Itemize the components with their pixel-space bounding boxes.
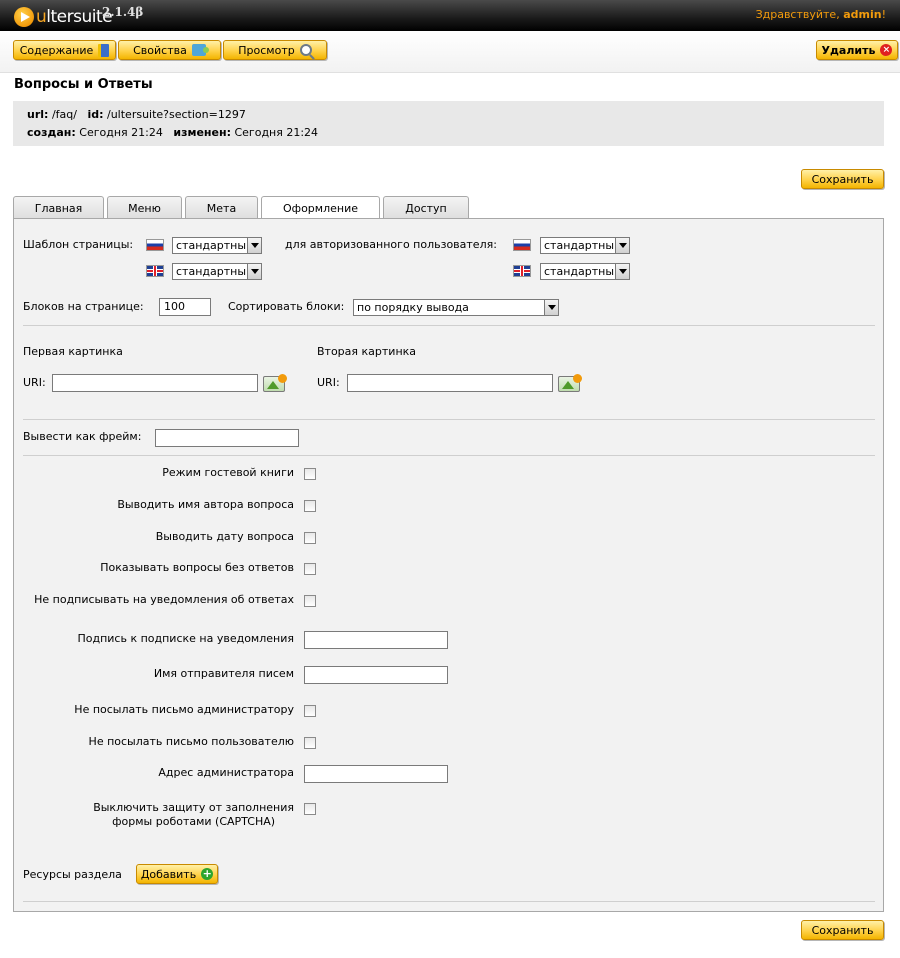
no-user-mail-label: Не посылать письмо пользователю (88, 735, 294, 748)
resources-label: Ресурсы раздела (23, 868, 122, 881)
show-author-label: Выводить имя автора вопроса (117, 498, 294, 511)
plus-icon: + (201, 867, 214, 880)
page-url-row: url: /faq/ id: /ultersuite?section=1297 (27, 108, 246, 121)
top-bar: ultersuite 2.1.4β Здравствуйте, admin! (0, 0, 900, 31)
no-user-mail-checkbox[interactable] (304, 737, 316, 749)
no-admin-mail-checkbox[interactable] (304, 705, 316, 717)
tab-bar: Главная Меню Мета Оформление Доступ (13, 196, 472, 220)
toolbar: Содержание Свойства Просмотр Удалить × (0, 31, 900, 73)
chevron-down-icon (544, 300, 558, 315)
delete-button[interactable]: Удалить × (816, 40, 898, 60)
blocks-label: Блоков на странице: (23, 300, 144, 313)
guestbook-checkbox[interactable] (304, 468, 316, 480)
app-version: 2.1.4β (102, 5, 144, 19)
image-icon (562, 381, 574, 389)
first-image-label: Первая картинка (23, 345, 123, 358)
chevron-down-icon (615, 264, 629, 279)
logo-text: ultersuite (36, 7, 113, 27)
properties-button[interactable]: Свойства (118, 40, 221, 60)
save-button-top[interactable]: Сохранить (801, 169, 884, 189)
greeting: Здравствуйте, admin! (755, 8, 886, 21)
template-select-en[interactable]: стандартный (172, 263, 262, 280)
no-subscribe-checkbox[interactable] (304, 595, 316, 607)
show-unanswered-checkbox[interactable] (304, 563, 316, 575)
guestbook-label: Режим гостевой книги (162, 466, 294, 479)
divider (23, 901, 875, 902)
chevron-down-icon (615, 238, 629, 253)
divider (23, 455, 875, 456)
show-date-checkbox[interactable] (304, 532, 316, 544)
image-picker-button[interactable] (263, 374, 287, 392)
subscribe-caption-input[interactable] (304, 631, 448, 649)
content-button[interactable]: Содержание (13, 40, 116, 60)
sort-select[interactable]: по порядку вывода (353, 299, 559, 316)
page-id: /ultersuite?section=1297 (107, 108, 246, 121)
captcha-label: Выключить защиту от заполнения формы роб… (93, 801, 294, 828)
page-dates-row: создан: Сегодня 21:24 изменен: Сегодня 2… (27, 126, 319, 139)
logo[interactable]: ultersuite (14, 5, 113, 27)
auth-template-select-ru[interactable]: стандартный (540, 237, 630, 254)
save-button-bottom[interactable]: Сохранить (801, 920, 884, 940)
frame-input[interactable] (155, 429, 299, 447)
design-panel: Шаблон страницы: стандартный для авториз… (13, 218, 884, 912)
close-icon: × (880, 44, 893, 56)
tab-menu[interactable]: Меню (107, 196, 182, 219)
show-author-checkbox[interactable] (304, 500, 316, 512)
image-icon (267, 381, 279, 389)
page-info: url: /faq/ id: /ultersuite?section=1297 … (13, 101, 884, 146)
show-date-label: Выводить дату вопроса (155, 530, 294, 543)
template-label: Шаблон страницы: (23, 238, 134, 251)
admin-address-label: Адрес администратора (158, 766, 294, 779)
captcha-checkbox[interactable] (304, 803, 316, 815)
page-url: /faq/ (51, 108, 77, 121)
preview-button[interactable]: Просмотр (223, 40, 327, 60)
divider (23, 419, 875, 420)
page-title: Вопросы и Ответы (14, 77, 153, 92)
first-image-uri-input[interactable] (52, 374, 258, 392)
uri-label: URI: (23, 376, 46, 389)
chevron-down-icon (247, 264, 261, 279)
flag-uk-icon (146, 265, 164, 277)
chevron-down-icon (247, 238, 261, 253)
flag-ru-icon (513, 239, 531, 251)
flag-ru-icon (146, 239, 164, 251)
frame-label: Вывести как фрейм: (23, 430, 142, 443)
tab-design[interactable]: Оформление (261, 196, 380, 220)
logo-play-icon (14, 7, 34, 27)
tab-access[interactable]: Доступ (383, 196, 469, 219)
no-subscribe-label: Не подписывать на уведомления об ответах (34, 593, 294, 606)
no-admin-mail-label: Не посылать письмо администратору (74, 703, 294, 716)
template-select-ru[interactable]: стандартный (172, 237, 262, 254)
auth-template-select-en[interactable]: стандартный (540, 263, 630, 280)
tab-meta[interactable]: Мета (185, 196, 258, 219)
tab-main[interactable]: Главная (13, 196, 104, 219)
flag-uk-icon (513, 265, 531, 277)
user-name[interactable]: admin (843, 8, 881, 21)
add-resource-button[interactable]: Добавить + (136, 864, 218, 884)
divider (23, 325, 875, 326)
puzzle-icon (191, 44, 209, 56)
sender-name-label: Имя отправителя писем (153, 667, 294, 680)
sort-label: Сортировать блоки: (228, 300, 345, 313)
admin-address-input[interactable] (304, 765, 448, 783)
modified-date: Сегодня 21:24 (234, 126, 319, 139)
show-unanswered-label: Показывать вопросы без ответов (100, 561, 294, 574)
magnifier-icon (299, 44, 312, 56)
created-date: Сегодня 21:24 (79, 126, 163, 139)
subscribe-caption-label: Подпись к подписке на уведомления (77, 632, 294, 645)
uri-label: URI: (317, 376, 340, 389)
second-image-uri-input[interactable] (347, 374, 553, 392)
sender-name-input[interactable] (304, 666, 448, 684)
auth-template-label: для авторизованного пользователя: (285, 238, 497, 251)
image-picker-button[interactable] (558, 374, 582, 392)
blocks-input[interactable]: 100 (159, 298, 211, 316)
book-icon (98, 43, 110, 57)
second-image-label: Вторая картинка (317, 345, 417, 358)
